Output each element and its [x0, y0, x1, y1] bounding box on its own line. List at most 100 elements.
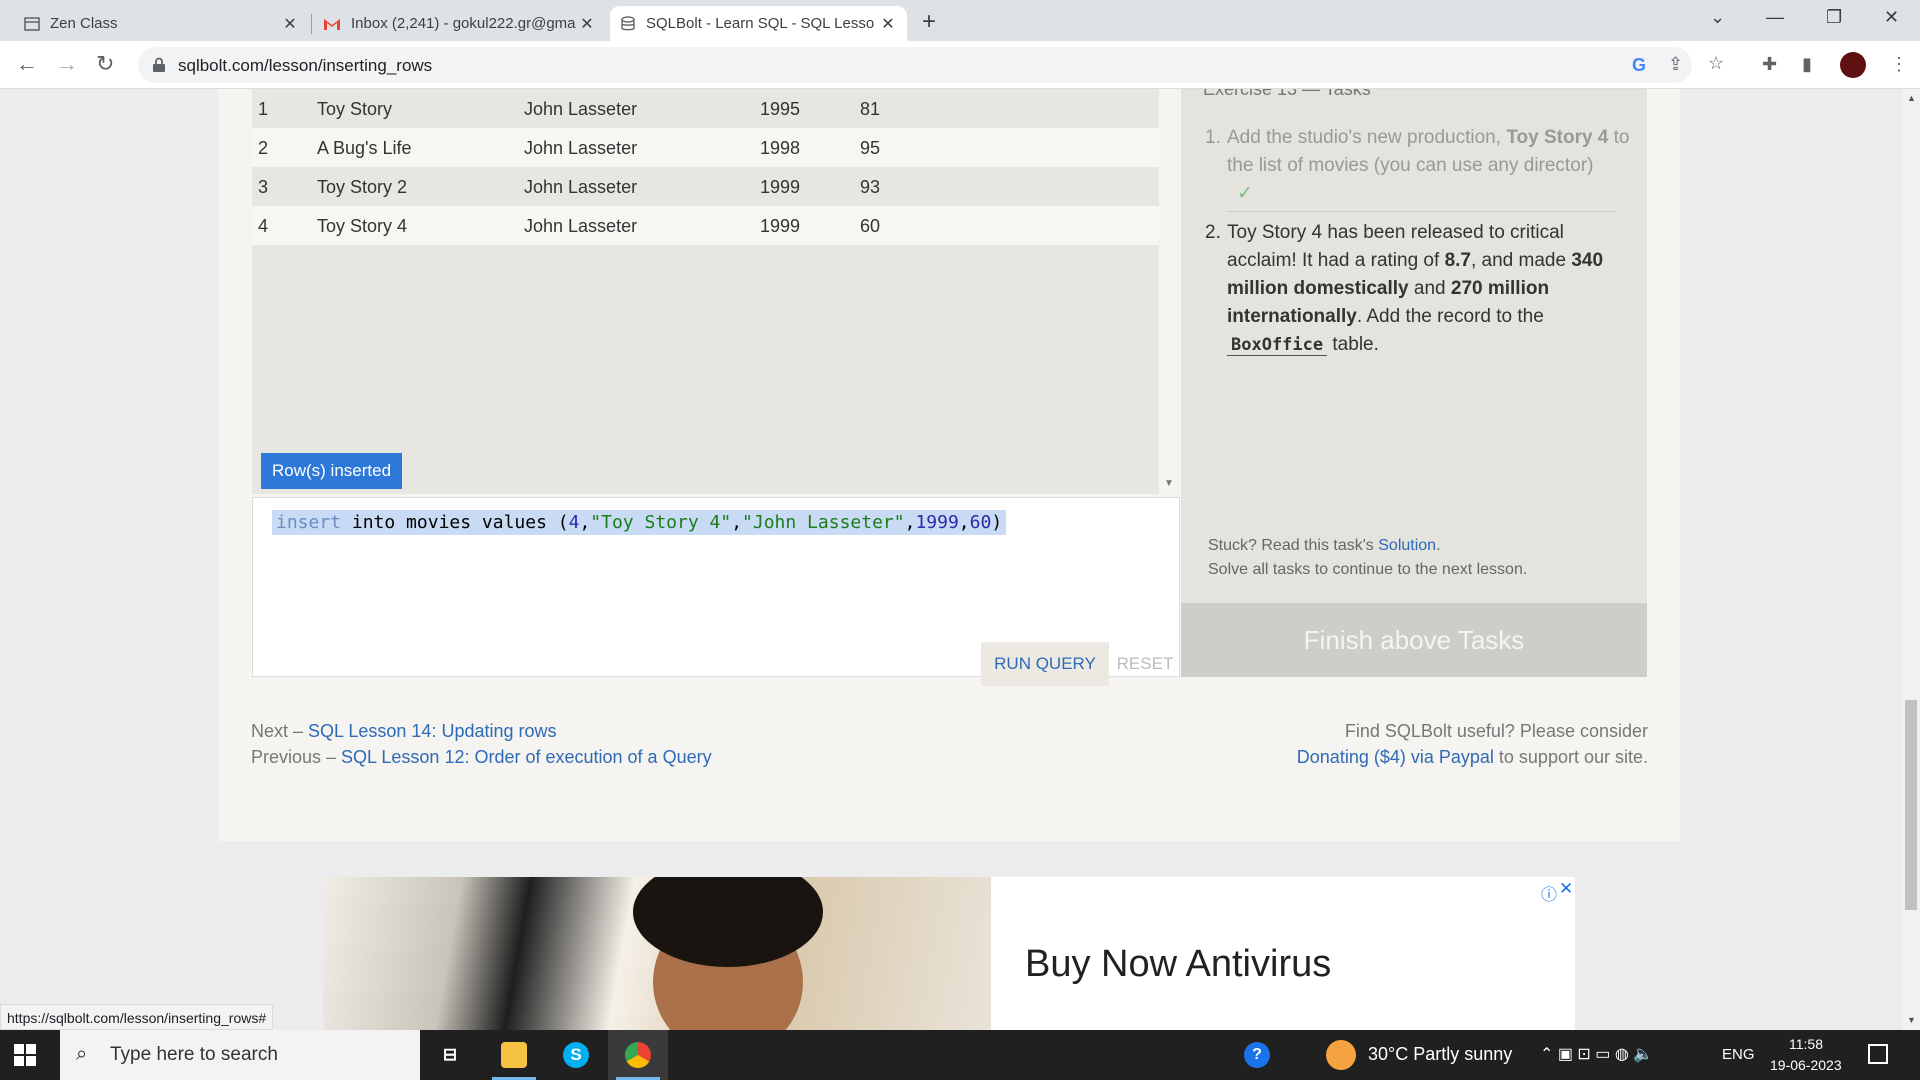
avatar[interactable]	[1840, 52, 1866, 78]
notification-icon[interactable]	[1868, 1044, 1888, 1064]
results-scroll-down-icon[interactable]: ▼	[1164, 478, 1174, 489]
tab-separator	[311, 14, 312, 34]
query-close-paren: )	[991, 512, 1003, 533]
previous-lesson-link[interactable]: SQL Lesson 12: Order of execution of a Q…	[341, 747, 712, 767]
query-comma: ,	[731, 512, 743, 533]
query-value-director: "John Lasseter"	[742, 512, 905, 533]
windows-start-icon[interactable]	[14, 1044, 36, 1066]
menu-dots-icon[interactable]: ⋮	[1890, 54, 1908, 75]
cell-id: 4	[258, 216, 269, 236]
window-close-button[interactable]: ✕	[1884, 7, 1899, 28]
google-icon[interactable]: G	[1632, 55, 1646, 76]
query-text[interactable]: insert into movies values (4,"Toy Story …	[272, 510, 1007, 535]
task-number: 2.	[1205, 222, 1221, 243]
reset-button[interactable]: RESET	[1110, 642, 1180, 686]
url-text[interactable]: sqlbolt.com/lesson/inserting_rows	[178, 56, 432, 76]
scroll-up-icon[interactable]: ▲	[1907, 93, 1916, 103]
file-explorer-icon	[501, 1042, 527, 1068]
share-icon[interactable]: ⇪	[1668, 54, 1683, 75]
solve-all-note: Solve all tasks to continue to the next …	[1208, 561, 1528, 578]
gmail-icon	[324, 18, 340, 30]
finish-tasks-button[interactable]: Finish above Tasks	[1181, 603, 1647, 677]
ad-image[interactable]	[323, 877, 991, 1030]
minimize-button[interactable]: —	[1766, 7, 1784, 28]
chrome-button[interactable]	[608, 1030, 668, 1080]
tab-sqlbolt[interactable]: SQLBolt - Learn SQL - SQL Lesso ✕	[610, 6, 907, 41]
query-comma: ,	[579, 512, 591, 533]
weather-partly-sunny-icon[interactable]	[1326, 1040, 1356, 1070]
restore-button[interactable]: ❐	[1826, 7, 1842, 28]
new-tab-button[interactable]: +	[922, 8, 936, 36]
page-icon	[24, 16, 40, 31]
query-value-length: 60	[969, 512, 992, 533]
taskbar-search[interactable]: ⌕ Type here to search	[60, 1030, 420, 1080]
table-row: 3 Toy Story 2 John Lasseter 1999 93	[252, 167, 1159, 206]
language-indicator[interactable]: ENG	[1722, 1046, 1755, 1063]
cell-length: 95	[860, 138, 881, 158]
run-query-button[interactable]: RUN QUERY	[981, 642, 1109, 686]
next-lesson-link[interactable]: SQL Lesson 14: Updating rows	[308, 721, 556, 741]
ad-close-icon[interactable]: ✕	[1559, 879, 1573, 899]
lesson-footer: Next – SQL Lesson 14: Updating rows Prev…	[218, 721, 1680, 841]
task-bold-fragment: 8.7	[1444, 250, 1471, 271]
ad-info-icon[interactable]: ⓘ	[1541, 881, 1557, 905]
cell-length: 93	[860, 177, 881, 197]
task-view-button[interactable]: ⊟	[420, 1030, 480, 1080]
tab-title: SQLBolt - Learn SQL - SQL Lesso	[646, 15, 875, 32]
scroll-down-icon[interactable]: ▼	[1907, 1015, 1916, 1025]
donate-link[interactable]: Donating ($4) via Paypal	[1297, 747, 1494, 767]
table-row: 4 Toy Story 4 John Lasseter 1999 60	[252, 206, 1159, 245]
table-row: 1 Toy Story John Lasseter 1995 81	[252, 89, 1159, 128]
query-comma: ,	[958, 512, 970, 533]
task-bold-fragment: Toy Story 4	[1506, 127, 1609, 148]
tab-gmail-inbox[interactable]: Inbox (2,241) - gokul222.gr@gma ✕	[313, 6, 606, 41]
query-value-id: 4	[568, 512, 580, 533]
bookmark-star-icon[interactable]: ☆	[1708, 53, 1724, 74]
tab-zen-class[interactable]: Zen Class ✕	[14, 6, 309, 41]
skype-icon: S	[563, 1042, 589, 1068]
task-text: Add the studio's new production, Toy Sto…	[1227, 124, 1637, 208]
chrome-icon	[625, 1042, 651, 1068]
close-icon[interactable]: ✕	[578, 14, 596, 34]
windows-taskbar: ⌕ Type here to search ⊟ S ? 30°C Partly …	[0, 1030, 1920, 1080]
solution-link[interactable]: Solution	[1378, 537, 1436, 554]
cell-length: 60	[860, 216, 881, 236]
query-comma: ,	[904, 512, 916, 533]
side-panel-icon[interactable]: ▮	[1802, 54, 1812, 75]
extensions-icon[interactable]: ✚	[1762, 54, 1777, 75]
address-bar[interactable]: sqlbolt.com/lesson/inserting_rows G ⇪ ☆	[138, 47, 1724, 83]
search-placeholder: Type here to search	[110, 1044, 278, 1065]
clock-date[interactable]: 19-06-2023	[1770, 1057, 1842, 1073]
task-text-fragment: . Add the record to the	[1356, 306, 1544, 327]
advertisement[interactable]: Buy Now Antivirus ⓘ ✕	[323, 877, 1575, 1030]
skype-button[interactable]: S	[546, 1030, 606, 1080]
close-icon[interactable]: ✕	[879, 14, 897, 34]
cell-length: 81	[860, 99, 881, 119]
task-text: Toy Story 4 has been released to critica…	[1227, 219, 1637, 359]
clock-time[interactable]: 11:58	[1789, 1036, 1823, 1052]
page-scrollbar[interactable]: ▲ ▼	[1902, 89, 1920, 1030]
lock-icon[interactable]	[152, 57, 166, 73]
forward-arrow-icon[interactable]: →	[56, 51, 78, 77]
scroll-thumb[interactable]	[1905, 700, 1917, 910]
tab-search-icon[interactable]: ⌄	[1710, 7, 1725, 28]
task-text-fragment: and	[1408, 278, 1451, 299]
tab-title: Zen Class	[50, 15, 118, 32]
hint-text: Stuck? Read this task's	[1208, 537, 1379, 554]
divider	[1227, 211, 1617, 212]
help-icon[interactable]: ?	[1244, 1042, 1270, 1068]
link-status-bar: https://sqlbolt.com/lesson/inserting_row…	[0, 1004, 274, 1030]
browser-tab-strip: Zen Class ✕ Inbox (2,241) - gokul222.gr@…	[0, 0, 1920, 41]
back-arrow-icon[interactable]: ←	[16, 51, 38, 77]
file-explorer-button[interactable]	[484, 1030, 544, 1080]
system-tray-icons[interactable]: ⌃ ▣ ⊡ ▭ ◍ 🔈	[1540, 1044, 1653, 1064]
donate-line: Donating ($4) via Paypal to support our …	[1297, 747, 1648, 768]
reload-icon[interactable]: ↻	[96, 51, 114, 77]
donate-prompt: Find SQLBolt useful? Please consider	[1344, 721, 1648, 741]
cell-year: 1998	[760, 138, 801, 158]
nav-prefix: Next –	[251, 721, 309, 741]
close-icon[interactable]: ✕	[281, 14, 299, 34]
ad-headline[interactable]: Buy Now Antivirus	[1025, 943, 1331, 986]
next-lesson-line: Next – SQL Lesson 14: Updating rows	[251, 721, 557, 742]
weather-text[interactable]: 30°C Partly sunny	[1368, 1044, 1512, 1065]
